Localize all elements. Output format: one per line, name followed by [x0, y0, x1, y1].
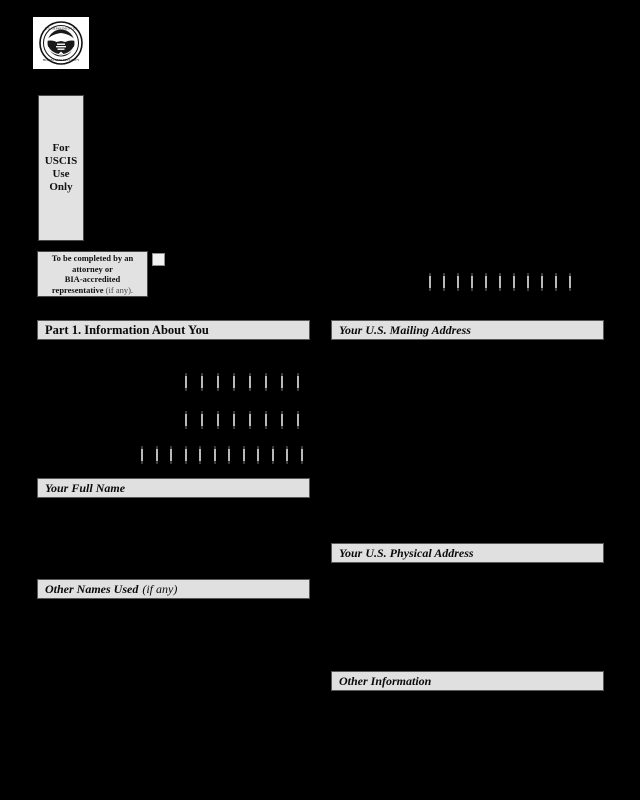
other-information-label: Other Information: [339, 673, 432, 688]
section-header-mailing-address: Your U.S. Mailing Address: [331, 320, 604, 340]
comb-tick: [281, 411, 283, 429]
section-header-your-full-name: Your Full Name: [37, 478, 310, 498]
form-page: U.S. DEPARTMENT OF HOMELAND SECURITY For…: [0, 0, 640, 800]
physical-address-label: Your U.S. Physical Address: [339, 545, 474, 560]
comb-tick: [457, 273, 459, 291]
comb-tick: [217, 411, 219, 429]
part1-label: Part 1. Information About You: [45, 322, 209, 337]
attorney-line-2: attorney or: [72, 263, 113, 274]
comb-tick: [527, 273, 529, 291]
comb-tick: [297, 411, 299, 429]
comb-tick: [249, 373, 251, 391]
attorney-line-1: To be completed by an: [51, 253, 134, 263]
section-header-other-names-used: Other Names Used (if any): [37, 579, 310, 599]
comb-tick: [272, 446, 274, 464]
for-uscis-use-only-box: For USCIS Use Only: [38, 95, 84, 241]
comb-tick: [170, 446, 172, 464]
comb-tick: [185, 411, 187, 429]
attorney-line-4: representative: [51, 284, 104, 295]
comb-tick: [265, 411, 267, 429]
comb-tick: [265, 373, 267, 391]
comb-tick: [228, 446, 230, 464]
mailing-address-label: Your U.S. Mailing Address: [339, 322, 471, 337]
comb-tick: [541, 273, 543, 291]
comb-tick: [301, 446, 303, 464]
comb-tick: [569, 273, 571, 291]
uscis-use-line-2: USCIS: [44, 155, 78, 167]
uscis-use-line-4: Only: [49, 181, 73, 193]
svg-text:HOMELAND SECURITY: HOMELAND SECURITY: [43, 58, 80, 62]
comb-tick: [233, 411, 235, 429]
comb-tick: [233, 373, 235, 391]
comb-tick: [297, 373, 299, 391]
comb-tick: [281, 373, 283, 391]
comb-tick: [257, 446, 259, 464]
section-header-other-information: Other Information: [331, 671, 604, 691]
comb-tick: [199, 446, 201, 464]
comb-tick: [214, 446, 216, 464]
alien-number-comb[interactable]: [429, 273, 571, 291]
dhs-seal: U.S. DEPARTMENT OF HOMELAND SECURITY: [33, 17, 89, 69]
section-header-physical-address: Your U.S. Physical Address: [331, 543, 604, 563]
svg-text:U.S. DEPARTMENT OF: U.S. DEPARTMENT OF: [45, 27, 77, 31]
comb-tick: [286, 446, 288, 464]
comb-tick: [156, 446, 158, 464]
comb-tick: [443, 273, 445, 291]
attorney-bia-label-box: To be completed by an attorney or BIA-ac…: [37, 251, 148, 297]
comb-tick: [141, 446, 143, 464]
comb-tick: [485, 273, 487, 291]
uscis-use-line-1: For: [52, 142, 70, 154]
attorney-line-4-suffix: (if any).: [105, 284, 134, 295]
comb-tick: [201, 373, 203, 391]
section-header-part1: Part 1. Information About You: [37, 320, 310, 340]
other-names-used-suffix: (if any): [142, 581, 178, 596]
middle-name-comb[interactable]: [141, 446, 303, 464]
other-names-used-label: Other Names Used: [45, 581, 139, 596]
comb-tick: [185, 373, 187, 391]
comb-tick: [499, 273, 501, 291]
comb-tick: [217, 373, 219, 391]
comb-tick: [249, 411, 251, 429]
comb-tick: [243, 446, 245, 464]
comb-tick: [429, 273, 431, 291]
attorney-line-3: BIA-accredited: [64, 274, 121, 284]
your-full-name-label: Your Full Name: [45, 480, 126, 495]
family-name-comb[interactable]: [185, 373, 299, 391]
comb-tick: [471, 273, 473, 291]
comb-tick: [185, 446, 187, 464]
comb-tick: [201, 411, 203, 429]
comb-tick: [513, 273, 515, 291]
given-name-comb[interactable]: [185, 411, 299, 429]
comb-tick: [555, 273, 557, 291]
uscis-use-line-3: Use: [52, 168, 70, 180]
attorney-checkbox[interactable]: [152, 253, 165, 266]
